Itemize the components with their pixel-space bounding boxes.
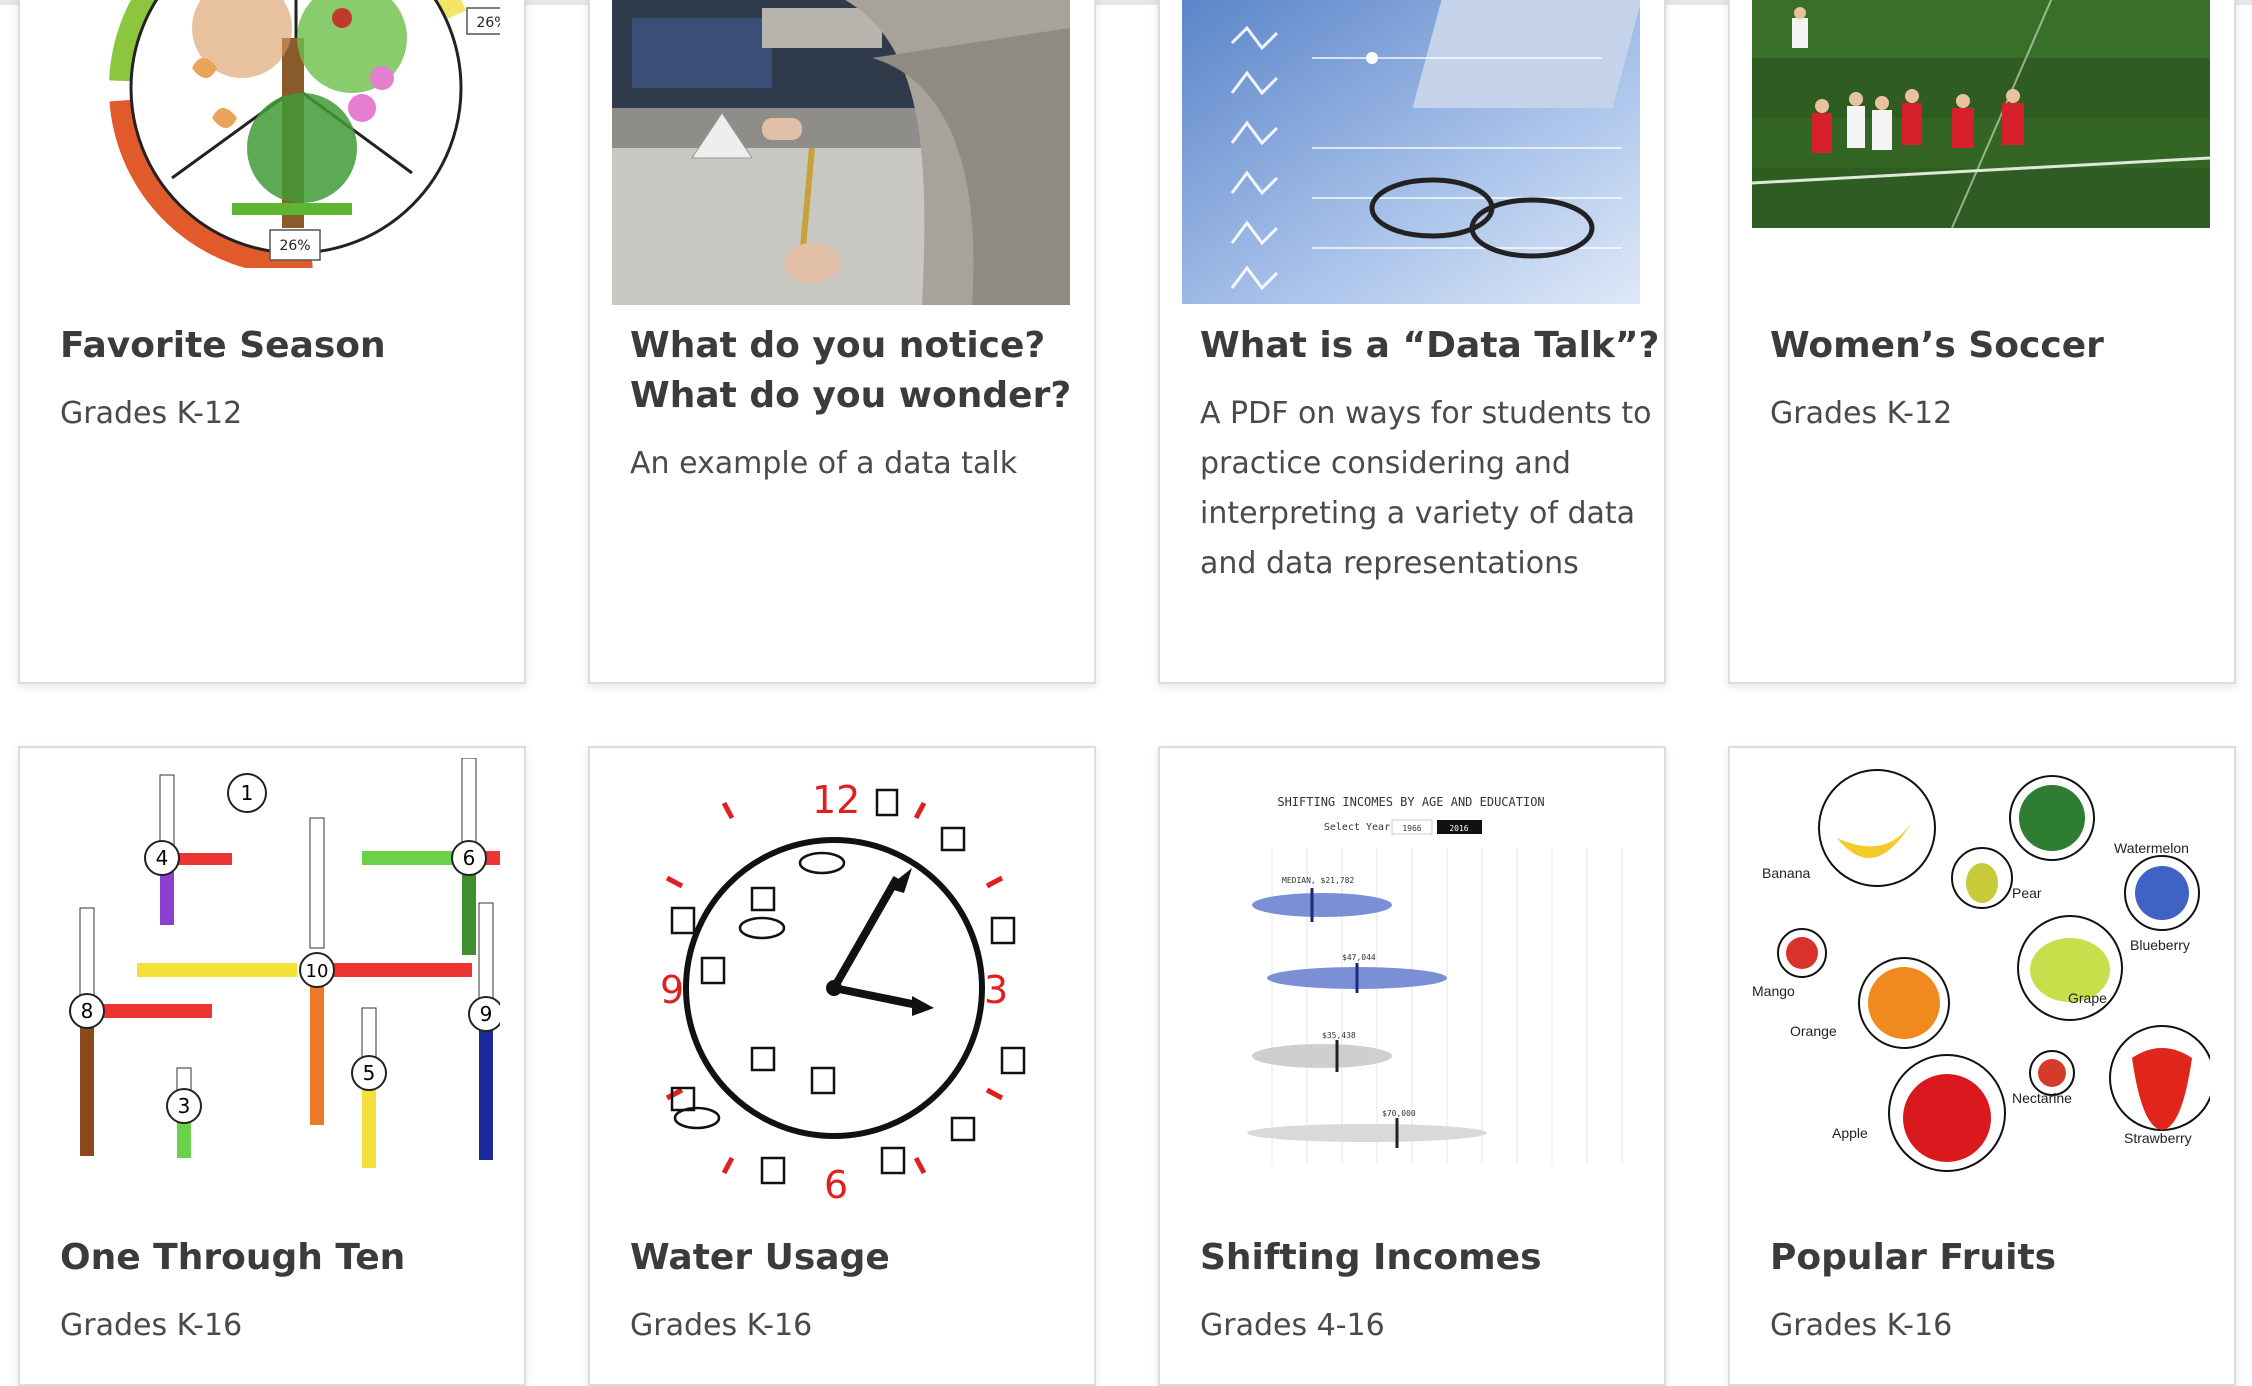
card-title: Women’s Soccer bbox=[1770, 325, 2104, 366]
year-1966: 1966 bbox=[1402, 824, 1421, 833]
card-thumbnail: SHIFTING INCOMES BY AGE AND EDUCATION Se… bbox=[1182, 788, 1640, 1178]
year-2016: 2016 bbox=[1449, 824, 1468, 833]
card-thumbnail: 4 1 6 10 8 9 5 3 bbox=[42, 758, 500, 1218]
card-grades: Grades 4-16 bbox=[1200, 1308, 1385, 1343]
median-label-1: MEDIAN, $21,782 bbox=[1282, 876, 1354, 885]
card-popular-fruits[interactable]: Banana Watermelon Pear Blueberry Mango G… bbox=[1728, 746, 2236, 1386]
chart-title: SHIFTING INCOMES BY AGE AND EDUCATION bbox=[1277, 795, 1544, 809]
card-title: Popular Fruits bbox=[1770, 1237, 2057, 1278]
number-5: 5 bbox=[363, 1061, 376, 1085]
card-what-is-data-talk[interactable]: What is a “Data Talk”? A PDF on ways for… bbox=[1158, 0, 1666, 684]
fruit-label-grape: Grape bbox=[2068, 990, 2107, 1006]
clock-number-12: 12 bbox=[812, 778, 860, 822]
label-percent-top: 26% bbox=[476, 15, 500, 31]
card-grades: Grades K-12 bbox=[1770, 396, 1953, 431]
card-thumbnail: 26% 26% bbox=[42, 0, 500, 268]
median-label-2: $47,044 bbox=[1342, 953, 1376, 962]
clock-number-6: 6 bbox=[824, 1163, 848, 1207]
number-4: 4 bbox=[156, 846, 169, 870]
card-title: One Through Ten bbox=[60, 1237, 406, 1278]
number-1: 1 bbox=[241, 781, 254, 805]
fruit-label-mango: Mango bbox=[1752, 983, 1795, 999]
card-description: An example of a data talk bbox=[630, 446, 1018, 481]
card-shifting-incomes[interactable]: SHIFTING INCOMES BY AGE AND EDUCATION Se… bbox=[1158, 746, 1666, 1386]
card-grades: Grades K-16 bbox=[630, 1308, 813, 1343]
fruit-label-orange: Orange bbox=[1790, 1023, 1837, 1039]
card-womens-soccer[interactable]: Women’s Soccer Grades K-12 bbox=[1728, 0, 2236, 684]
card-one-through-ten[interactable]: 4 1 6 10 8 9 5 3 One Through Ten Grades … bbox=[18, 746, 526, 1386]
card-description: A PDF on ways for students to practice c… bbox=[1200, 396, 1652, 581]
clock-number-3: 3 bbox=[984, 968, 1008, 1012]
card-title: Favorite Season bbox=[60, 325, 386, 366]
number-10: 10 bbox=[306, 961, 329, 982]
fruit-label-blueberry: Blueberry bbox=[2130, 937, 2190, 953]
card-grades: Grades K-16 bbox=[1770, 1308, 1953, 1343]
clock-number-9: 9 bbox=[660, 968, 684, 1012]
card-title: Shifting Incomes bbox=[1200, 1237, 1542, 1278]
card-title: What do you notice? What do you wonder? bbox=[630, 325, 1072, 416]
fruit-label-banana: Banana bbox=[1762, 865, 1810, 881]
card-grades: Grades K-12 bbox=[60, 396, 243, 431]
fruit-label-apple: Apple bbox=[1832, 1125, 1868, 1141]
select-year-label: Select Year bbox=[1324, 822, 1390, 833]
card-data-talk-example[interactable]: What do you notice? What do you wonder? … bbox=[588, 0, 1096, 684]
card-title: What is a “Data Talk”? bbox=[1200, 325, 1660, 366]
card-favorite-season[interactable]: 26% 26% Favorite Season Grades K-12 bbox=[18, 0, 526, 684]
card-thumbnail: 12 3 6 9 bbox=[612, 758, 1070, 1218]
card-title: Water Usage bbox=[630, 1237, 890, 1278]
median-label-4: $70,000 bbox=[1382, 1109, 1416, 1118]
fruit-label-nectarine: Nectarine bbox=[2012, 1090, 2072, 1106]
fruit-label-pear: Pear bbox=[2012, 885, 2042, 901]
card-thumbnail bbox=[1182, 0, 1640, 304]
fruit-label-strawberry: Strawberry bbox=[2124, 1130, 2192, 1146]
label-percent-bottom: 26% bbox=[279, 238, 310, 254]
number-3: 3 bbox=[178, 1094, 191, 1118]
number-8: 8 bbox=[81, 999, 94, 1023]
card-thumbnail bbox=[1752, 0, 2210, 228]
number-6: 6 bbox=[463, 846, 476, 870]
median-label-3: $35,438 bbox=[1322, 1031, 1356, 1040]
card-water-usage[interactable]: 12 3 6 9 Water Usage Grades K-16 bbox=[588, 746, 1096, 1386]
card-grades: Grades K-16 bbox=[60, 1308, 243, 1343]
card-thumbnail: Banana Watermelon Pear Blueberry Mango G… bbox=[1752, 758, 2210, 1218]
fruit-label-watermelon: Watermelon bbox=[2114, 840, 2189, 856]
card-thumbnail bbox=[612, 0, 1070, 305]
number-9: 9 bbox=[480, 1002, 493, 1026]
